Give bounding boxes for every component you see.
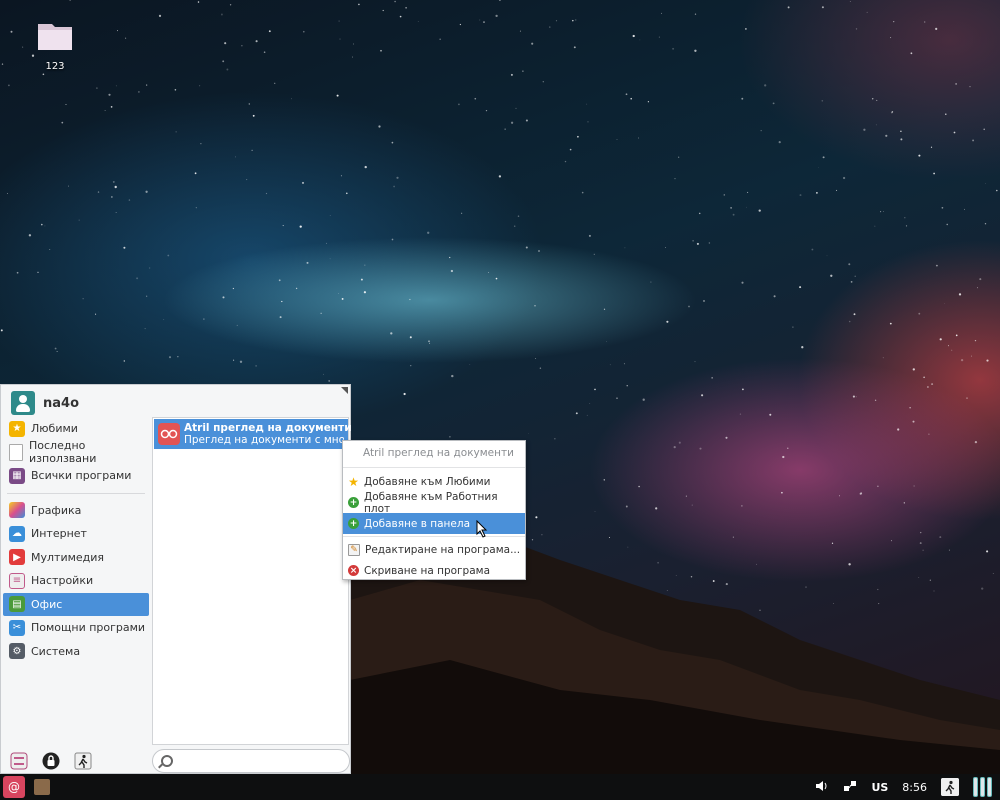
taskbar: @ US 8:56 [0, 774, 1000, 800]
resize-corner-icon[interactable] [341, 387, 348, 394]
recent-document-icon [9, 443, 23, 461]
category-label: Система [31, 644, 81, 658]
app-item-atril[interactable]: Atril преглед на документи Преглед на до… [154, 419, 352, 449]
category-label: Интернет [31, 527, 87, 541]
grid-apps-icon: ▦ [9, 467, 25, 484]
workspace-switcher[interactable] [973, 777, 992, 797]
settings-toggle-icon: ≡ [9, 572, 25, 589]
lock-screen-icon[interactable] [41, 751, 61, 771]
category-label: Последно използвани [29, 439, 97, 466]
category-label: Мултимедия [31, 550, 105, 564]
desktop-folder[interactable]: 123 [30, 18, 80, 72]
context-menu-header: Atril преглед на документи [363, 447, 514, 459]
system-tray: US 8:56 [815, 774, 1000, 800]
menu-item-label: Добавяне към Работния плот [364, 490, 498, 515]
category-office[interactable]: ▤ Офис [3, 592, 149, 616]
menu-item-add-to-favorites[interactable]: ★ Добавяне към Любими [343, 471, 525, 492]
star-add-icon: ★ [348, 474, 359, 489]
menu-item-label: Добавяне в панела [364, 517, 470, 530]
menu-item-label: Редактиране на програма... [365, 543, 521, 556]
category-internet[interactable]: ☁ Интернет [3, 522, 149, 546]
star-icon: ★ [9, 420, 25, 437]
category-utilities[interactable]: ✂ Помощни програми [3, 616, 149, 640]
volume-icon[interactable] [815, 779, 829, 796]
category-label: Графика [31, 503, 82, 517]
divider [343, 536, 525, 537]
settings-manager-icon[interactable] [9, 751, 29, 771]
user-header: na4o [11, 391, 79, 415]
search-input[interactable] [175, 753, 344, 771]
window-button-icon[interactable] [34, 779, 50, 795]
category-favorites[interactable]: ★ Любими [3, 417, 149, 441]
app-description: Преглед на документи с много ... [184, 434, 344, 446]
network-icon[interactable] [843, 779, 857, 796]
glasses-icon [158, 423, 180, 445]
edit-pencil-icon: ✎ [348, 543, 360, 556]
office-icon: ▤ [9, 596, 25, 613]
category-label: Всички програми [31, 469, 132, 483]
debian-swirl-icon: @ [8, 780, 20, 794]
applications-menu-button[interactable]: @ [3, 776, 25, 798]
workspace-1[interactable] [973, 777, 978, 797]
menu-item-edit-program[interactable]: ✎ Редактиране на програма... [343, 539, 525, 560]
context-menu: Atril преглед на документи ★ Добавяне къ… [342, 440, 526, 580]
scissors-icon: ✂ [9, 619, 25, 636]
category-all-programs[interactable]: ▦ Всички програми [3, 464, 149, 488]
plus-green-icon: + [348, 497, 359, 508]
menu-item-label: Скриване на програма [364, 564, 491, 577]
category-recent[interactable]: Последно използвани [3, 439, 149, 466]
remove-red-icon: × [348, 565, 359, 576]
category-multimedia[interactable]: ▶ Мултимедия [3, 546, 149, 570]
category-settings[interactable]: ≡ Настройки [3, 569, 149, 593]
divider [7, 492, 145, 494]
category-label: Офис [31, 597, 63, 611]
mouse-pointer-icon [476, 520, 488, 538]
category-label: Помощни програми [31, 621, 146, 635]
folder-icon [38, 24, 72, 50]
menu-item-hide-program[interactable]: × Скриване на програма [343, 560, 525, 581]
category-graphics[interactable]: Графика [3, 499, 149, 523]
application-menu: na4o ★ Любими Последно използвани ▦ Всич… [0, 384, 352, 774]
play-icon: ▶ [9, 549, 25, 566]
category-system[interactable]: ⚙ Система [3, 640, 149, 664]
clock[interactable]: 8:56 [902, 781, 927, 794]
workspace-2[interactable] [980, 777, 985, 797]
logout-icon[interactable] [73, 751, 93, 771]
workspace-3[interactable] [987, 777, 992, 797]
menu-actions [9, 751, 93, 771]
logout-action-icon[interactable] [941, 778, 959, 796]
menu-item-label: Добавяне към Любими [364, 475, 491, 488]
category-label: Любими [31, 422, 78, 436]
menu-item-add-to-desktop[interactable]: + Добавяне към Работния плот [343, 490, 525, 515]
cloud-icon: ☁ [9, 525, 25, 542]
folder-label: 123 [45, 61, 65, 72]
category-list: ★ Любими Последно използвани ▦ Всички пр… [3, 417, 149, 663]
menu-item-add-to-panel[interactable]: + Добавяне в панела [343, 513, 525, 534]
app-title: Atril преглед на документи [184, 422, 352, 434]
username: na4o [43, 395, 80, 411]
user-avatar-icon[interactable] [11, 391, 35, 415]
category-label: Настройки [31, 574, 94, 588]
application-list: Atril преглед на документи Преглед на до… [152, 417, 352, 745]
search-field[interactable] [152, 749, 350, 773]
plus-green-icon: + [348, 518, 359, 529]
search-icon [161, 755, 173, 767]
divider [343, 467, 525, 468]
keyboard-layout[interactable]: US [871, 781, 888, 794]
gear-icon: ⚙ [9, 643, 25, 660]
graphics-icon [9, 502, 25, 519]
